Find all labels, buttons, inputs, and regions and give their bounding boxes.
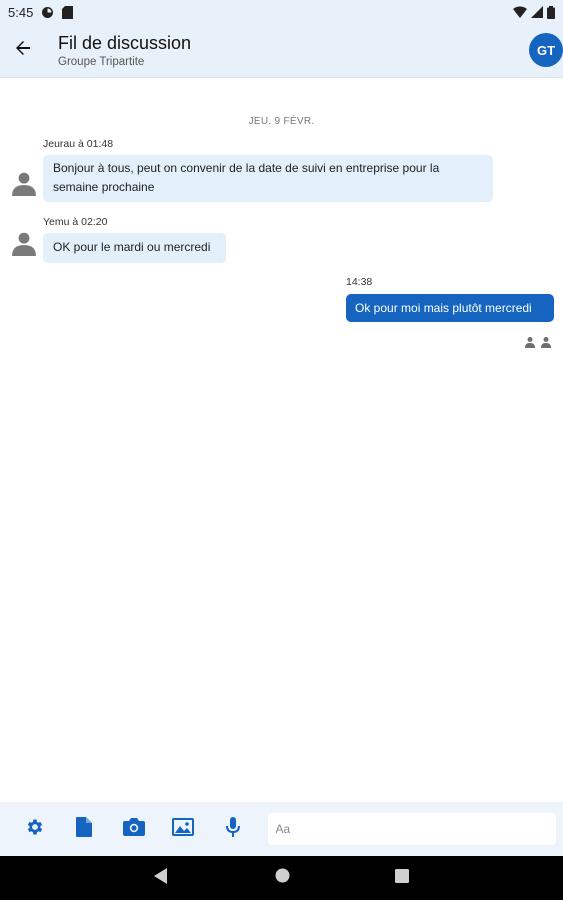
person-icon [11,170,37,201]
settings-icon [25,817,45,842]
read-receipts [524,335,552,353]
wifi-icon [513,6,527,18]
image-icon [172,817,195,841]
battery-icon [547,5,555,19]
sd-card-icon [62,5,74,19]
circle-home-icon [275,868,290,888]
person-icon [11,230,37,261]
camera-button[interactable] [109,809,159,849]
message-bubble[interactable]: OK pour le mardi ou mercredi [43,233,226,263]
status-bar: 5:45 [0,0,563,24]
page-subtitle: Groupe Tripartite [58,56,145,68]
message-bubble[interactable]: Bonjour à tous, peut on convenir de la d… [43,155,493,202]
person-read-icon [540,335,552,353]
chat-area[interactable]: JEU. 9 FÉVR. Jeurau à 01:48 Bonjour à to… [0,79,563,801]
person-read-icon [524,335,536,353]
group-avatar[interactable]: GT [529,33,563,67]
nav-recents-button[interactable] [392,868,412,888]
nav-home-button[interactable] [272,868,292,888]
sync-icon [41,6,54,19]
message-bubble-sent[interactable]: Ok pour moi mais plutôt mercredi [346,294,554,322]
cell-signal-icon [531,6,543,18]
system-nav-bar [0,856,563,900]
page-title: Fil de discussion [58,33,192,53]
message-composer [0,802,563,856]
gallery-button[interactable] [159,809,209,849]
file-icon [76,816,93,842]
attach-file-button[interactable] [60,809,110,849]
date-divider: JEU. 9 FÉVR. [248,116,315,127]
back-button[interactable] [0,28,46,74]
app-bar: Fil de discussion Groupe Tripartite GT [0,24,563,78]
square-recents-icon [395,868,409,888]
microphone-button[interactable] [208,809,258,849]
triangle-back-icon [154,867,168,889]
status-time: 5:45 [8,4,34,20]
camera-icon [122,817,145,841]
settings-button[interactable] [10,809,60,849]
arrow-back-icon [15,40,31,61]
message-input[interactable] [267,813,556,845]
message-meta: Jeurau à 01:48 [43,138,114,150]
message-meta: 14:38 [346,276,373,288]
nav-back-button[interactable] [151,867,171,889]
message-meta: Yemu à 02:20 [43,216,108,228]
microphone-icon [225,816,240,842]
title-block: Fil de discussion Groupe Tripartite [58,32,191,69]
